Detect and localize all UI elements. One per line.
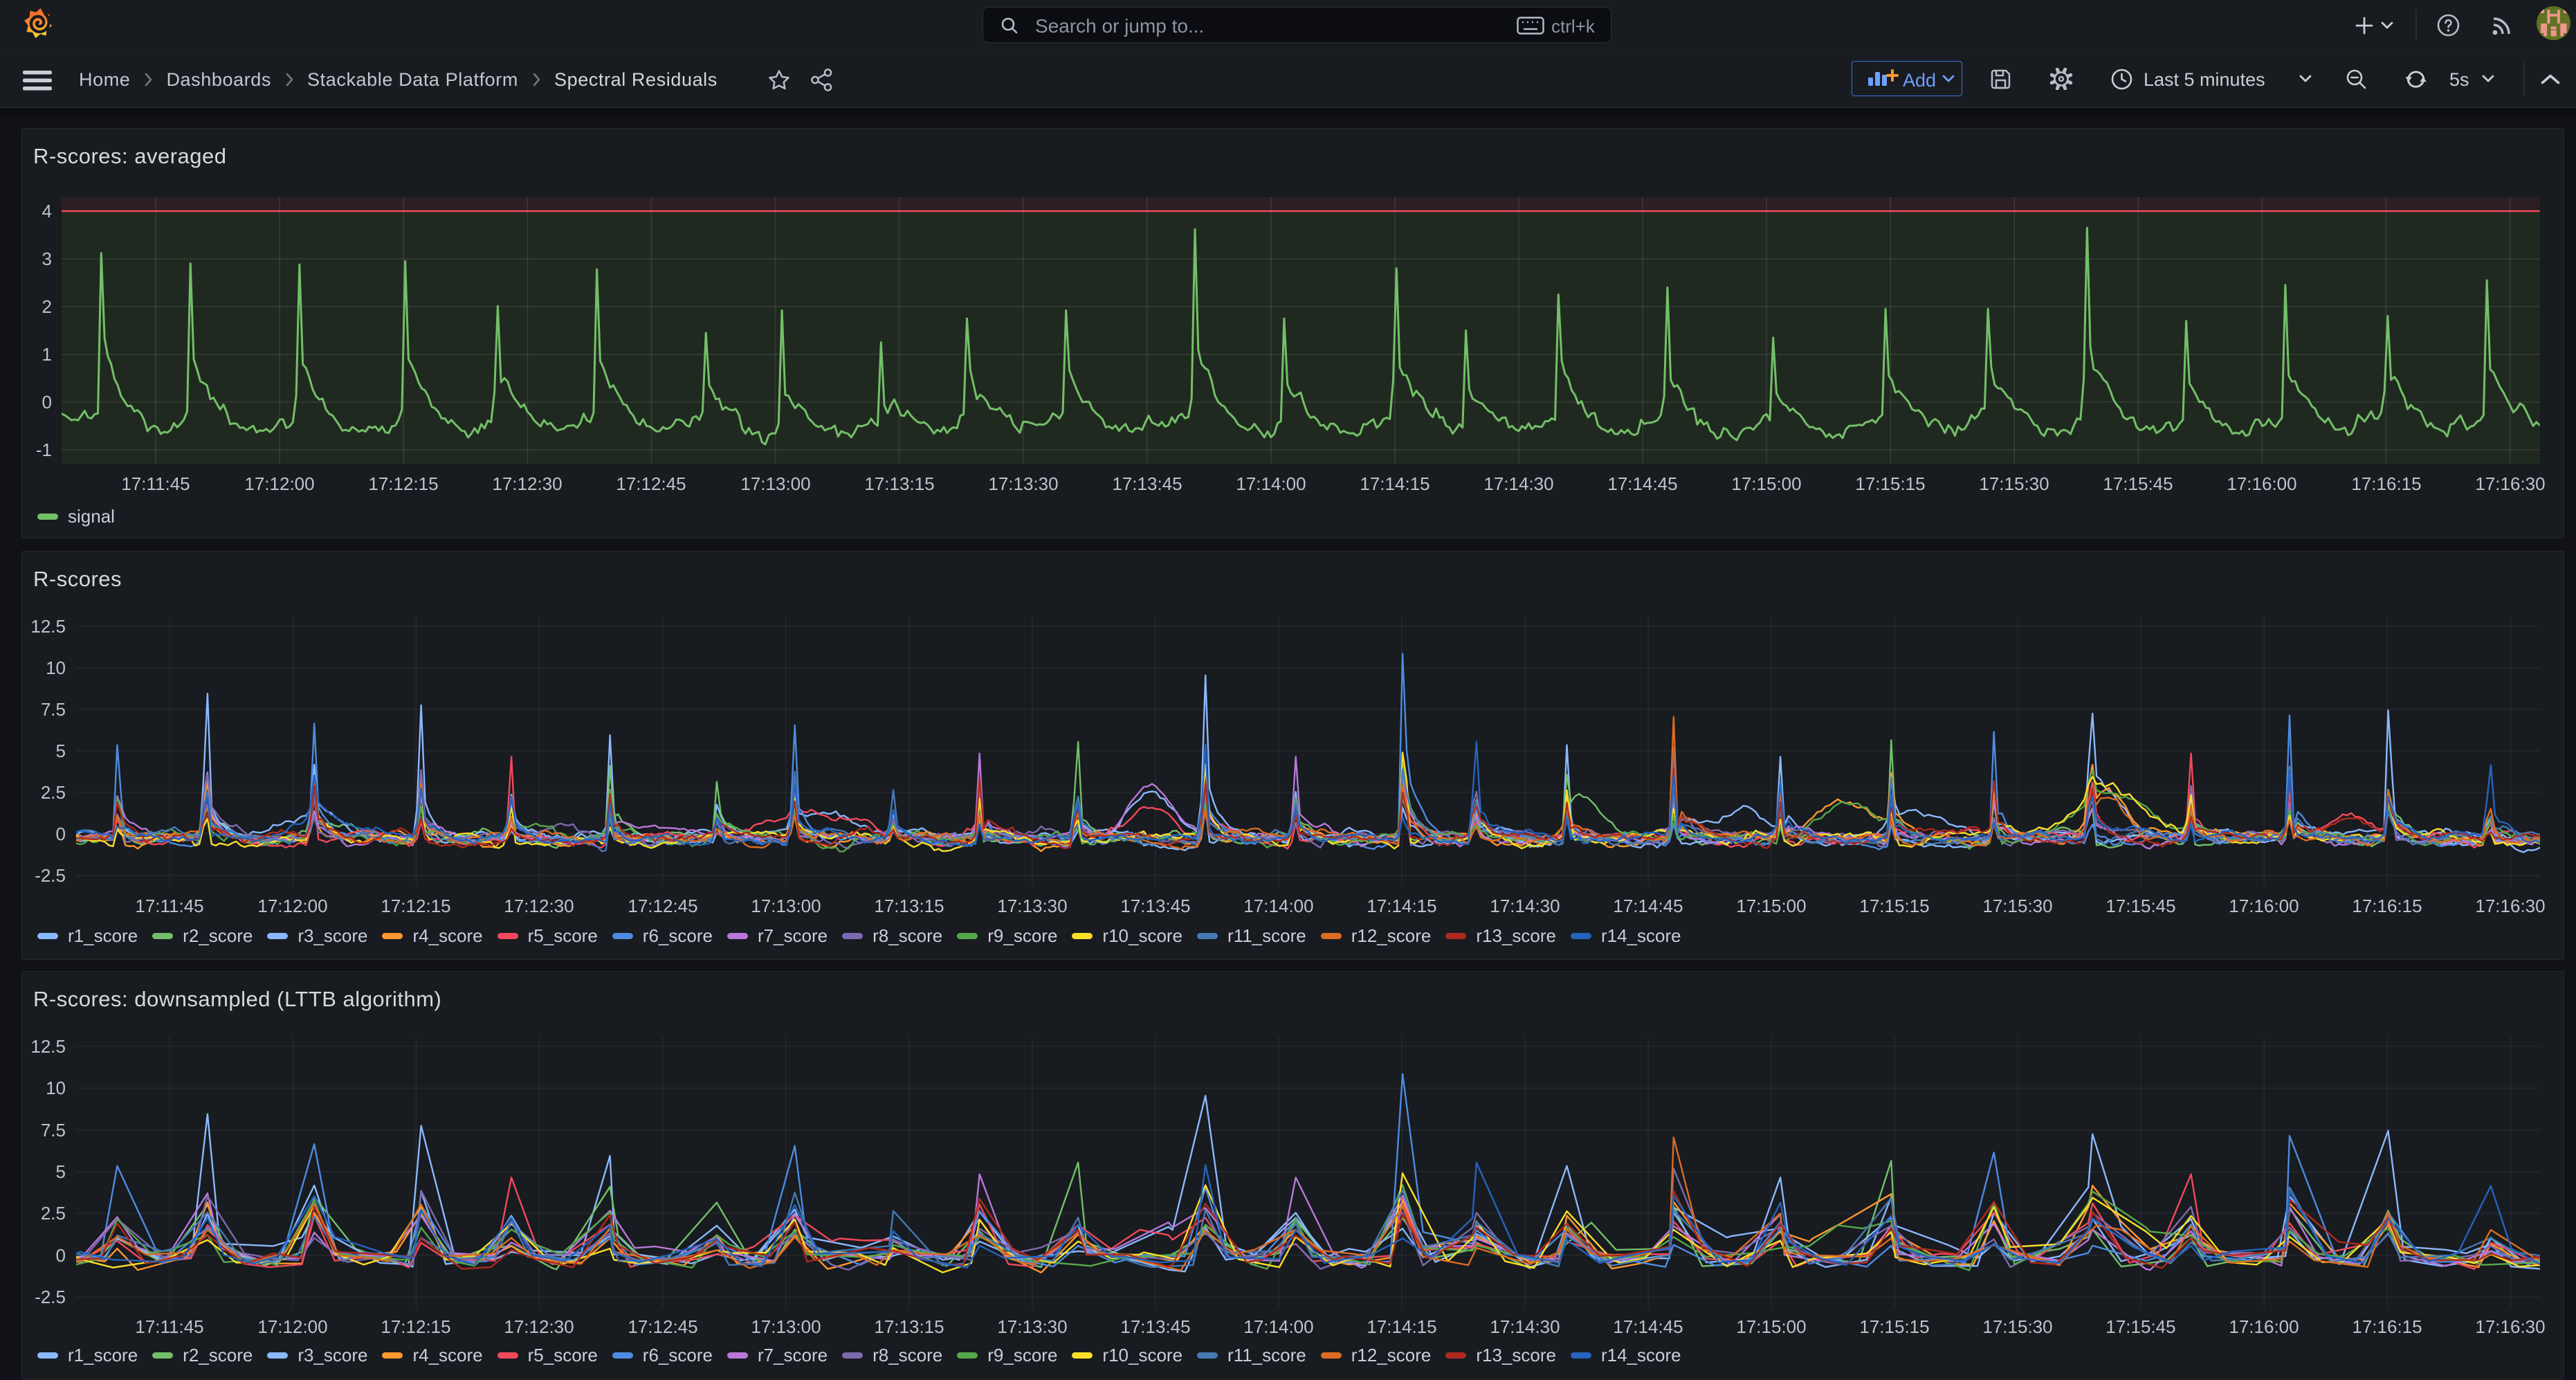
svg-text:17:12:30: 17:12:30 (492, 473, 562, 494)
svg-text:17:12:30: 17:12:30 (504, 1316, 574, 1337)
svg-text:17:13:30: 17:13:30 (988, 473, 1058, 494)
svg-text:10: 10 (46, 1078, 66, 1098)
svg-text:17:12:15: 17:12:15 (381, 1316, 450, 1337)
svg-text:2.5: 2.5 (41, 782, 66, 803)
svg-text:12.5: 12.5 (30, 1036, 66, 1057)
svg-text:17:14:30: 17:14:30 (1490, 896, 1560, 916)
svg-text:17:15:45: 17:15:45 (2105, 896, 2175, 916)
svg-text:0: 0 (56, 1245, 66, 1266)
svg-text:17:13:00: 17:13:00 (751, 896, 821, 916)
svg-text:17:14:45: 17:14:45 (1613, 1316, 1683, 1337)
svg-text:10: 10 (46, 657, 66, 678)
svg-text:17:15:00: 17:15:00 (1736, 1316, 1806, 1337)
svg-text:17:15:15: 17:15:15 (1859, 1316, 1929, 1337)
svg-text:17:15:00: 17:15:00 (1736, 896, 1806, 916)
svg-text:0: 0 (42, 392, 52, 412)
svg-text:2: 2 (42, 296, 52, 317)
svg-text:17:16:15: 17:16:15 (2352, 1316, 2422, 1337)
svg-text:17:16:00: 17:16:00 (2227, 473, 2296, 494)
svg-text:17:14:30: 17:14:30 (1483, 473, 1553, 494)
svg-text:17:14:15: 17:14:15 (1367, 896, 1436, 916)
svg-text:17:12:15: 17:12:15 (381, 896, 450, 916)
svg-text:17:13:45: 17:13:45 (1112, 473, 1182, 494)
svg-text:17:14:30: 17:14:30 (1490, 1316, 1560, 1337)
svg-text:-2.5: -2.5 (35, 865, 66, 886)
svg-text:17:14:15: 17:14:15 (1367, 1316, 1436, 1337)
svg-text:17:13:15: 17:13:15 (874, 896, 944, 916)
svg-text:12.5: 12.5 (30, 616, 66, 637)
svg-text:17:12:00: 17:12:00 (257, 896, 327, 916)
svg-text:17:14:00: 17:14:00 (1236, 473, 1306, 494)
svg-text:17:12:00: 17:12:00 (244, 473, 314, 494)
svg-text:17:12:45: 17:12:45 (616, 473, 686, 494)
svg-text:17:13:45: 17:13:45 (1120, 896, 1190, 916)
svg-text:17:14:45: 17:14:45 (1607, 473, 1677, 494)
svg-text:17:15:00: 17:15:00 (1731, 473, 1801, 494)
svg-text:1: 1 (42, 344, 52, 365)
svg-text:17:15:15: 17:15:15 (1855, 473, 1925, 494)
svg-text:17:11:45: 17:11:45 (135, 1316, 203, 1337)
svg-text:-2.5: -2.5 (35, 1287, 66, 1307)
svg-text:17:13:30: 17:13:30 (997, 1316, 1067, 1337)
svg-text:7.5: 7.5 (41, 1120, 66, 1141)
svg-text:17:11:45: 17:11:45 (135, 896, 203, 916)
svg-text:17:14:00: 17:14:00 (1243, 1316, 1313, 1337)
svg-text:7.5: 7.5 (41, 699, 66, 720)
svg-text:17:13:15: 17:13:15 (874, 1316, 944, 1337)
svg-text:17:15:30: 17:15:30 (1982, 896, 2052, 916)
svg-text:17:12:45: 17:12:45 (628, 1316, 697, 1337)
svg-text:17:12:15: 17:12:15 (368, 473, 438, 494)
svg-text:17:13:00: 17:13:00 (740, 473, 810, 494)
svg-text:17:15:30: 17:15:30 (1979, 473, 2049, 494)
svg-text:17:15:30: 17:15:30 (1982, 1316, 2052, 1337)
svg-text:17:11:45: 17:11:45 (121, 473, 190, 494)
svg-text:5: 5 (56, 1161, 66, 1182)
svg-text:17:16:15: 17:16:15 (2351, 473, 2421, 494)
svg-text:2.5: 2.5 (41, 1203, 66, 1224)
svg-text:17:13:30: 17:13:30 (997, 896, 1067, 916)
svg-text:17:12:45: 17:12:45 (628, 896, 697, 916)
svg-text:17:14:45: 17:14:45 (1613, 896, 1683, 916)
svg-text:17:16:30: 17:16:30 (2475, 1316, 2545, 1337)
svg-text:4: 4 (42, 201, 52, 221)
svg-text:17:16:15: 17:16:15 (2352, 896, 2422, 916)
svg-text:17:13:00: 17:13:00 (751, 1316, 821, 1337)
svg-text:0: 0 (56, 824, 66, 844)
svg-text:17:15:45: 17:15:45 (2103, 473, 2173, 494)
svg-text:17:16:00: 17:16:00 (2229, 1316, 2299, 1337)
svg-text:17:15:45: 17:15:45 (2105, 1316, 2175, 1337)
svg-text:17:12:00: 17:12:00 (257, 1316, 327, 1337)
svg-text:-1: -1 (36, 439, 52, 460)
svg-text:3: 3 (42, 248, 52, 269)
svg-text:17:15:15: 17:15:15 (1859, 896, 1929, 916)
svg-text:17:14:15: 17:14:15 (1360, 473, 1429, 494)
svg-text:17:14:00: 17:14:00 (1243, 896, 1313, 916)
svg-text:17:13:45: 17:13:45 (1120, 1316, 1190, 1337)
svg-text:5: 5 (56, 741, 66, 761)
svg-text:17:16:00: 17:16:00 (2229, 896, 2299, 916)
svg-text:17:16:30: 17:16:30 (2475, 473, 2545, 494)
svg-text:17:16:30: 17:16:30 (2475, 896, 2545, 916)
svg-text:17:13:15: 17:13:15 (864, 473, 934, 494)
svg-text:17:12:30: 17:12:30 (504, 896, 574, 916)
